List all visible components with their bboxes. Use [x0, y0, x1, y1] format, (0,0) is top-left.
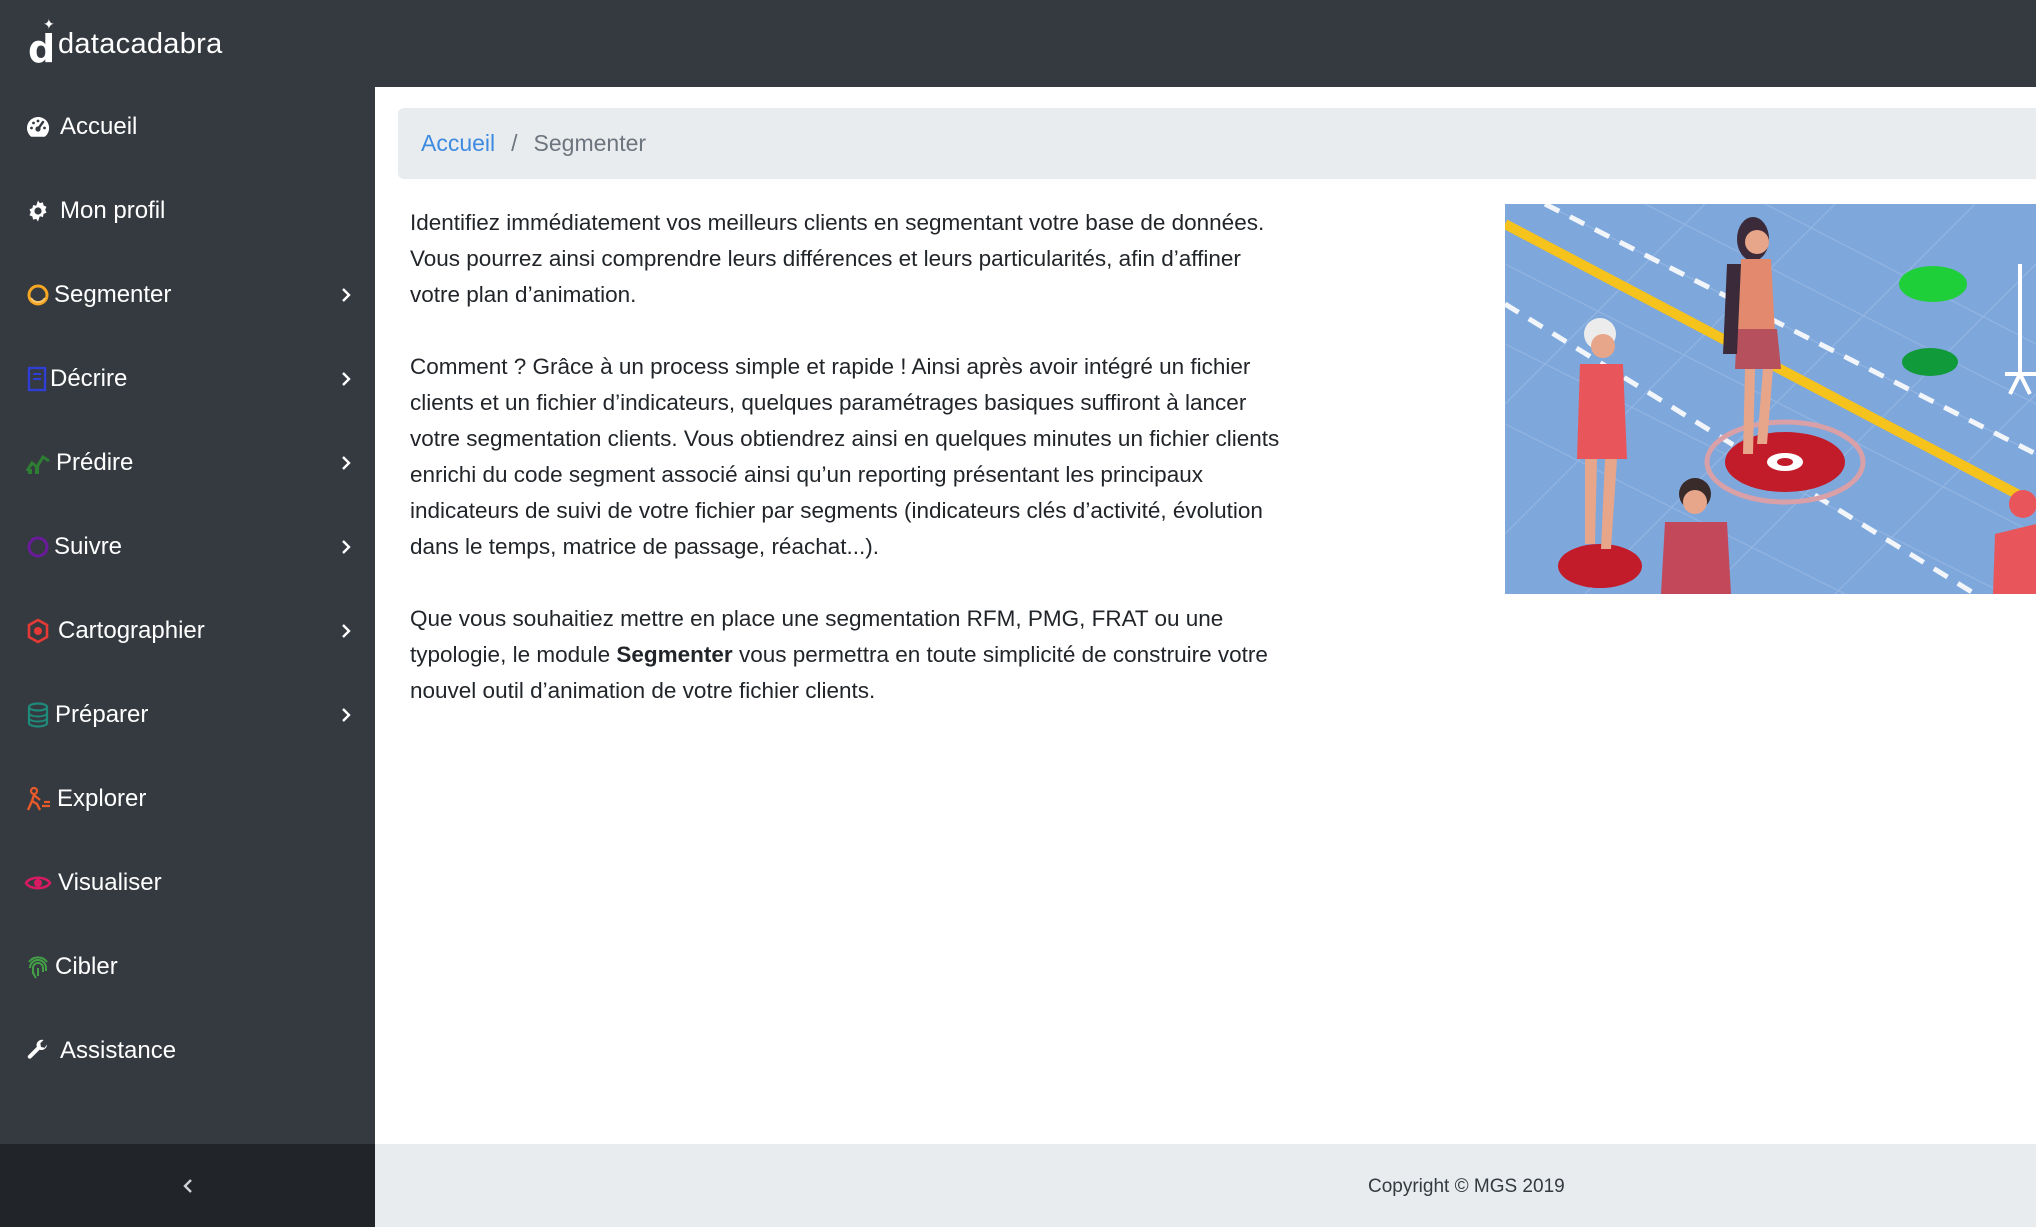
sidebar-item-label: Visualiser [58, 869, 162, 896]
sidebar-item-assistance[interactable]: Assistance [0, 1021, 375, 1081]
sidebar-footer [0, 1144, 375, 1227]
eye-icon [24, 869, 52, 897]
sidebar-item-predire[interactable]: Prédire [0, 433, 375, 493]
sidebar-item-accueil[interactable]: Accueil [0, 97, 375, 157]
explorer-icon [24, 785, 52, 813]
intro-paragraph: Identifiez immédiatement vos meilleurs c… [410, 210, 1265, 307]
module-paragraph: Que vous souhaitiez mettre en place une … [410, 601, 1290, 709]
sidebar-item-label: Préparer [55, 701, 149, 728]
process-paragraph: Comment ? Grâce à un process simple et r… [410, 354, 1280, 559]
document-icon [24, 365, 52, 393]
breadcrumb-home-link[interactable]: Accueil [421, 132, 495, 155]
sidebar-item-label: Prédire [56, 449, 134, 476]
chevron-right-icon [342, 624, 351, 638]
sidebar-item-segmenter[interactable]: Segmenter [0, 265, 375, 325]
sidebar-item-decrire[interactable]: Décrire [0, 349, 375, 409]
chart-icon [24, 449, 52, 477]
sidebar-item-label: Segmenter [54, 281, 172, 308]
sidebar-item-preparer[interactable]: Préparer [0, 685, 375, 745]
sidebar-item-cibler[interactable]: Cibler [0, 937, 375, 997]
sidebar-item-label: Explorer [57, 785, 147, 812]
chevron-right-icon [342, 288, 351, 302]
chevron-left-icon [183, 1179, 192, 1193]
main-content: Identifiez immédiatement vos meilleurs c… [410, 205, 1290, 745]
sidebar-item-suivre[interactable]: Suivre [0, 517, 375, 577]
map-pin-icon [24, 617, 52, 645]
sidebar-item-label: Mon profil [60, 197, 166, 224]
segmentation-illustration [1505, 204, 2036, 594]
chevron-right-icon [342, 372, 351, 386]
top-navbar: d ✦ datacadabra [0, 0, 2036, 87]
sidebar-item-mon-profil[interactable]: Mon profil [0, 181, 375, 241]
dashboard-icon [24, 113, 52, 141]
chevron-right-icon [342, 456, 351, 470]
breadcrumb: Accueil / Segmenter [398, 108, 2036, 179]
circle-icon [24, 533, 52, 561]
fingerprint-icon [24, 953, 52, 981]
page-footer [375, 1144, 2036, 1227]
sidebar-item-visualiser[interactable]: Visualiser [0, 853, 375, 913]
module-name: Segmenter [616, 642, 733, 667]
sidebar-item-cartographier[interactable]: Cartographier [0, 601, 375, 661]
chevron-right-icon [342, 540, 351, 554]
sidebar-item-label: Décrire [50, 365, 128, 392]
sidebar-item-label: Assistance [60, 1037, 177, 1064]
sidebar: Accueil Mon profil Segmenter Décrire Pré… [0, 87, 375, 1144]
database-icon [24, 701, 52, 729]
sidebar-item-label: Accueil [60, 113, 138, 140]
segment-ring-icon [24, 281, 52, 309]
breadcrumb-separator: / [511, 130, 518, 156]
brand-name: datacadabra [58, 27, 223, 60]
breadcrumb-current: Segmenter [533, 130, 647, 156]
datacadabra-logo-icon: d ✦ [28, 17, 56, 71]
sidebar-item-label: Cibler [55, 953, 118, 980]
copyright-text: Copyright © MGS 2019 [1368, 1176, 1565, 1197]
sidebar-item-label: Suivre [54, 533, 123, 560]
gear-icon [24, 197, 52, 225]
chevron-right-icon [342, 708, 351, 722]
wrench-icon [24, 1037, 52, 1065]
sidebar-item-label: Cartographier [58, 617, 205, 644]
brand-logo[interactable]: d ✦ datacadabra [28, 17, 223, 71]
sidebar-collapse-button[interactable] [170, 1168, 206, 1204]
sidebar-item-explorer[interactable]: Explorer [0, 769, 375, 829]
